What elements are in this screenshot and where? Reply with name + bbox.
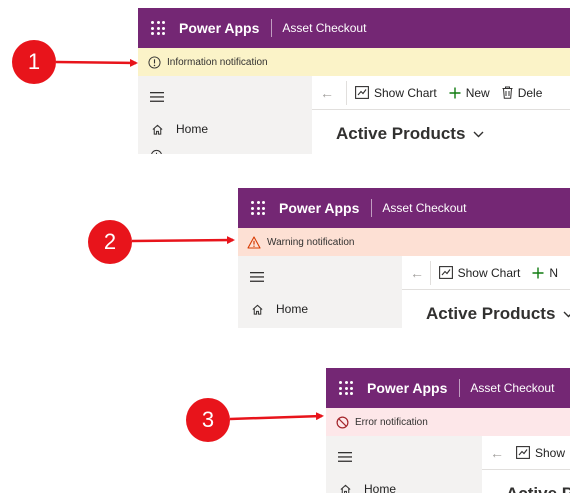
callout-number-2: 2 — [88, 220, 132, 264]
chevron-down-icon — [473, 131, 484, 138]
main-content: ← Show Active Pro — [482, 436, 570, 493]
app-screenshot-information: Power Apps Asset Checkout Information no… — [138, 8, 570, 154]
show-chart-button[interactable]: Show Chart — [438, 265, 521, 280]
show-chart-button[interactable]: Show — [516, 446, 565, 460]
sidebar: Home — [138, 76, 312, 154]
recent-icon[interactable] — [138, 146, 312, 154]
sidebar-item-label: Home — [176, 122, 209, 136]
info-circle-icon — [146, 54, 162, 70]
command-bar: ← Show — [482, 436, 570, 470]
view-title: Active Pro — [506, 484, 570, 493]
hamburger-menu-icon[interactable] — [326, 446, 482, 468]
notification-text: Warning notification — [267, 236, 355, 248]
view-selector[interactable]: Active Pro — [482, 484, 570, 493]
header-divider — [371, 199, 373, 217]
back-arrow-icon[interactable]: ← — [410, 265, 426, 281]
command-bar: ← Show Chart N — [402, 256, 570, 290]
chart-icon — [438, 266, 453, 279]
callout-arrow-2 — [131, 236, 235, 245]
view-title: Active Products — [426, 304, 556, 323]
command-bar: ← Show Chart New Dele — [312, 76, 570, 110]
app-header: Power Apps Asset Checkout — [138, 8, 570, 48]
sidebar-item-home[interactable]: Home — [138, 116, 312, 142]
blocked-circle-icon — [334, 414, 350, 430]
delete-label: Dele — [517, 85, 543, 100]
home-icon — [338, 482, 352, 493]
new-label: N — [549, 265, 558, 280]
recent-icon[interactable] — [238, 326, 402, 328]
sidebar: Home — [238, 256, 402, 328]
app-title: Asset Checkout — [470, 381, 555, 395]
show-chart-button[interactable]: Show Chart — [355, 86, 437, 100]
app-screenshot-warning: Power Apps Asset Checkout Warning notifi… — [238, 188, 570, 328]
back-arrow-icon[interactable]: ← — [490, 445, 504, 461]
app-launcher-icon[interactable] — [251, 201, 265, 215]
warning-triangle-icon — [246, 234, 262, 250]
sidebar: Home — [326, 436, 482, 493]
app-screenshot-error: Power Apps Asset Checkout Error notifica… — [326, 368, 570, 493]
notification-text: Information notification — [167, 56, 268, 68]
app-launcher-icon[interactable] — [151, 21, 165, 35]
error-notification-bar: Error notification — [326, 408, 570, 436]
app-header: Power Apps Asset Checkout — [238, 188, 570, 228]
view-selector[interactable]: Active Products — [312, 124, 570, 144]
chart-icon — [516, 446, 530, 459]
sidebar-item-home[interactable]: Home — [326, 476, 482, 493]
header-divider — [271, 19, 273, 37]
show-chart-label: Show Chart — [457, 265, 521, 280]
hamburger-menu-icon[interactable] — [238, 266, 402, 288]
plus-icon — [532, 267, 544, 279]
header-divider — [459, 379, 461, 397]
new-label: New — [465, 85, 490, 100]
main-content: ← Show Chart N Active Products — [402, 256, 570, 328]
show-chart-label: Show — [535, 445, 566, 460]
chevron-down-icon — [563, 311, 570, 318]
app-title: Asset Checkout — [282, 21, 367, 35]
plus-icon — [449, 87, 461, 99]
callout-arrow-1 — [55, 58, 138, 67]
new-button[interactable]: N — [532, 266, 558, 280]
home-icon — [250, 302, 264, 316]
warning-notification-bar: Warning notification — [238, 228, 570, 256]
callout-arrow-3 — [229, 412, 324, 421]
app-name[interactable]: Power Apps — [279, 200, 371, 216]
back-arrow-icon[interactable]: ← — [320, 85, 342, 101]
new-button[interactable]: New — [449, 86, 490, 100]
hamburger-menu-icon[interactable] — [138, 86, 312, 108]
sidebar-item-label: Home — [364, 482, 397, 493]
app-title: Asset Checkout — [382, 201, 467, 215]
chart-icon — [355, 86, 369, 99]
information-notification-bar: Information notification — [138, 48, 570, 76]
trash-icon — [502, 86, 513, 99]
sidebar-item-label: Home — [276, 302, 309, 316]
app-name[interactable]: Power Apps — [367, 380, 459, 396]
callout-number-1: 1 — [12, 40, 56, 84]
sidebar-item-home[interactable]: Home — [238, 296, 402, 322]
app-launcher-icon[interactable] — [339, 381, 353, 395]
view-selector[interactable]: Active Products — [402, 304, 570, 324]
view-title: Active Products — [336, 124, 466, 143]
app-name[interactable]: Power Apps — [179, 20, 271, 36]
notification-text: Error notification — [355, 416, 428, 428]
home-icon — [150, 122, 164, 136]
main-content: ← Show Chart New Dele Active Products — [312, 76, 570, 154]
command-separator — [429, 260, 431, 285]
show-chart-label: Show Chart — [374, 85, 437, 100]
callout-number-3: 3 — [186, 398, 230, 442]
delete-button[interactable]: Dele — [502, 85, 543, 100]
app-header: Power Apps Asset Checkout — [326, 368, 570, 408]
command-separator — [346, 80, 347, 105]
